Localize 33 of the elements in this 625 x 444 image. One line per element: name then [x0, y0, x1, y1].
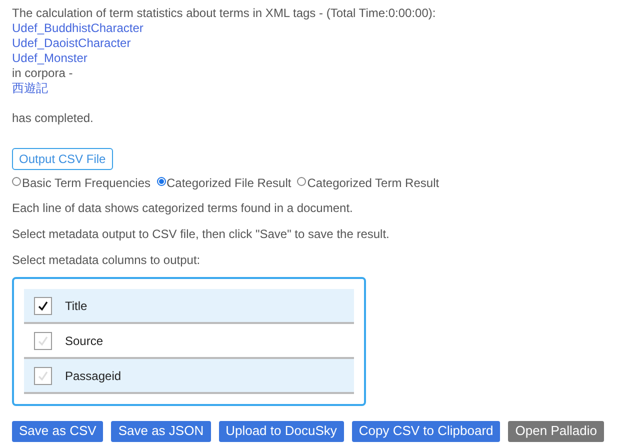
- tag-link[interactable]: Udef_Monster: [12, 51, 613, 66]
- radio-label: Categorized File Result: [166, 176, 292, 190]
- column-option-row[interactable]: Title: [24, 289, 354, 324]
- radio-button[interactable]: [156, 177, 166, 186]
- corpora-label: in corpora -: [12, 66, 74, 81]
- tag-link[interactable]: Udef_DaoistCharacter: [12, 36, 613, 51]
- corpus-link[interactable]: 西遊記: [12, 81, 613, 96]
- output-csv-button[interactable]: Output CSV File: [12, 148, 113, 170]
- column-option-row[interactable]: Passageid: [24, 359, 354, 394]
- radio-label: Basic Term Frequencies: [22, 176, 150, 190]
- checkbox[interactable]: [34, 332, 52, 350]
- column-label: Source: [65, 334, 104, 348]
- radio-button[interactable]: [297, 177, 306, 186]
- check-icon: [37, 334, 49, 346]
- instruction-text: Select metadata output to CSV file, then click "Save" to save the result.: [12, 226, 390, 242]
- action-button[interactable]: Save as CSV: [12, 421, 104, 442]
- status-text: has completed.: [12, 111, 94, 126]
- action-button[interactable]: Upload to DocuSky: [218, 421, 344, 442]
- action-button[interactable]: Open Palladio: [508, 421, 604, 442]
- check-icon: [37, 300, 49, 312]
- radio-button[interactable]: [12, 177, 21, 186]
- message-text: The calculation of term statistics about terms in XML tags - (Total Time:0:00:00):: [12, 6, 437, 21]
- tag-link[interactable]: Udef_BuddhistCharacter: [12, 21, 613, 36]
- action-button[interactable]: Save as JSON: [111, 421, 211, 442]
- column-label: Title: [65, 298, 88, 312]
- action-button[interactable]: Copy CSV to Clipboard: [352, 421, 500, 442]
- instruction-text: Select metadata columns to output:: [12, 252, 202, 268]
- check-icon: [37, 370, 49, 382]
- checkbox[interactable]: [34, 366, 52, 384]
- radio-label: Categorized Term Result: [307, 176, 440, 190]
- instruction-text: Each line of data shows categorized terms found in a document.: [12, 200, 354, 216]
- column-label: Passageid: [65, 368, 122, 382]
- checkbox[interactable]: [34, 296, 52, 314]
